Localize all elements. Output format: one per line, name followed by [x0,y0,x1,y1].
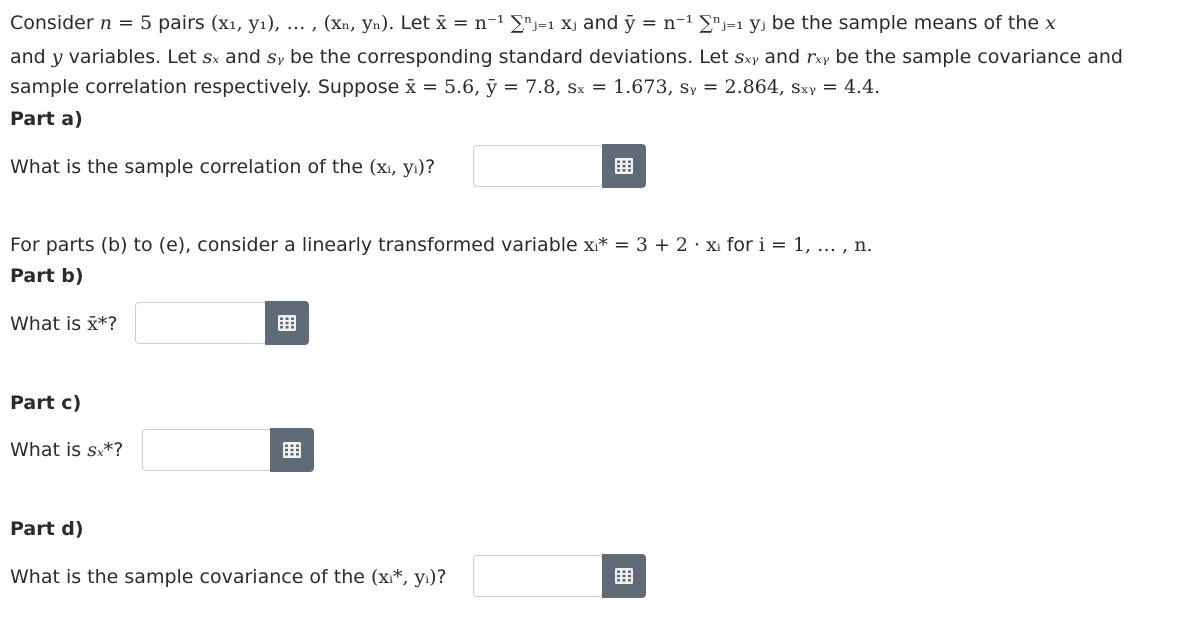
math-transform: xᵢ* = 3 + 2 · xᵢ [583,234,721,256]
part-b-question: What is x̄*? [10,311,118,337]
math-xbar-def: x̄ = n⁻¹ ∑ⁿⱼ₌₁ xⱼ [435,12,577,34]
intro-text: be the corresponding standard deviations… [283,46,735,68]
part-d-keyboard-button[interactable] [602,554,646,598]
transform-text: for [720,234,759,256]
intro-text: and [219,46,267,68]
part-b-answer-input[interactable] [135,302,267,344]
math-sy: sᵧ [266,46,284,68]
math-sx: sₓ [202,46,220,68]
part-c-question: What is sₓ*? [10,437,123,463]
intro-line-3: sample correlation respectively. Suppose… [10,72,880,102]
question-mark: ? [425,156,436,178]
intro-text: pairs [152,12,211,34]
intro-text: and [758,46,807,68]
math-rxy: rₓᵧ [806,46,830,68]
math-given-values: x̄ = 5.6, ȳ = 7.8, sₓ = 1.673, sᵧ = 2.86… [405,76,881,98]
keyboard-icon [283,442,301,458]
math-sx-star: sₓ* [87,439,114,461]
part-a-keyboard-button[interactable] [602,144,646,188]
part-d-question: What is the sample covariance of the (xᵢ… [10,564,447,590]
question-text: What is the sample covariance of the [10,566,371,588]
question-mark: ? [436,566,447,588]
question-text: What is [10,439,88,461]
math-xi-yi: (xᵢ, yᵢ) [369,156,426,178]
intro-text: variables. Let [62,46,203,68]
math-xbar-star: x̄* [87,313,108,335]
math-range: i = 1, … , n. [758,234,873,256]
math-x: x [1045,12,1056,34]
part-c-title: Part c) [10,392,82,414]
math-sxy: sₓᵧ [734,46,759,68]
part-b-keyboard-button[interactable] [265,301,309,345]
keyboard-icon [615,158,633,174]
part-a-question: What is the sample correlation of the (x… [10,154,435,180]
part-a-title: Part a) [10,108,83,130]
part-d-title: Part d) [10,518,84,540]
intro-text: be the sample covariance and [829,46,1123,68]
keyboard-icon [615,568,633,584]
intro-line-1: Consider n = 5 pairs (x₁, y₁), … , (xₙ, … [10,8,1056,38]
transform-line: For parts (b) to (e), consider a linearl… [10,230,873,260]
part-c-answer-input[interactable] [142,429,272,471]
math-n: n [99,12,112,34]
math-eq: = 5 [111,12,153,34]
part-c-keyboard-button[interactable] [270,428,314,472]
question-mark: ? [107,313,118,335]
intro-text: sample correlation respectively. Suppose [10,76,406,98]
math-pairs: (x₁, y₁), … , (xₙ, yₙ). [210,12,395,34]
question-text: What is [10,313,88,335]
transform-text: For parts (b) to (e), consider a linearl… [10,234,584,256]
question-mark: ? [113,439,124,461]
math-xi-star-yi: (xᵢ*, yᵢ) [371,566,437,588]
part-d-answer-input[interactable] [473,555,603,597]
question-text: What is the sample correlation of the [10,156,370,178]
math-ybar-def: ȳ = n⁻¹ ∑ⁿⱼ₌₁ yⱼ [624,12,766,34]
intro-text: Consider [10,12,100,34]
intro-text: Let [394,12,436,34]
part-b-title: Part b) [10,265,84,287]
part-a-answer-input[interactable] [473,145,603,187]
intro-text: be the sample means of the [765,12,1046,34]
intro-line-2: and y variables. Let sₓ and sᵧ be the co… [10,42,1123,72]
intro-text: and [576,12,625,34]
keyboard-icon [278,315,296,331]
math-y: y [51,46,63,68]
intro-text: and [10,46,52,68]
